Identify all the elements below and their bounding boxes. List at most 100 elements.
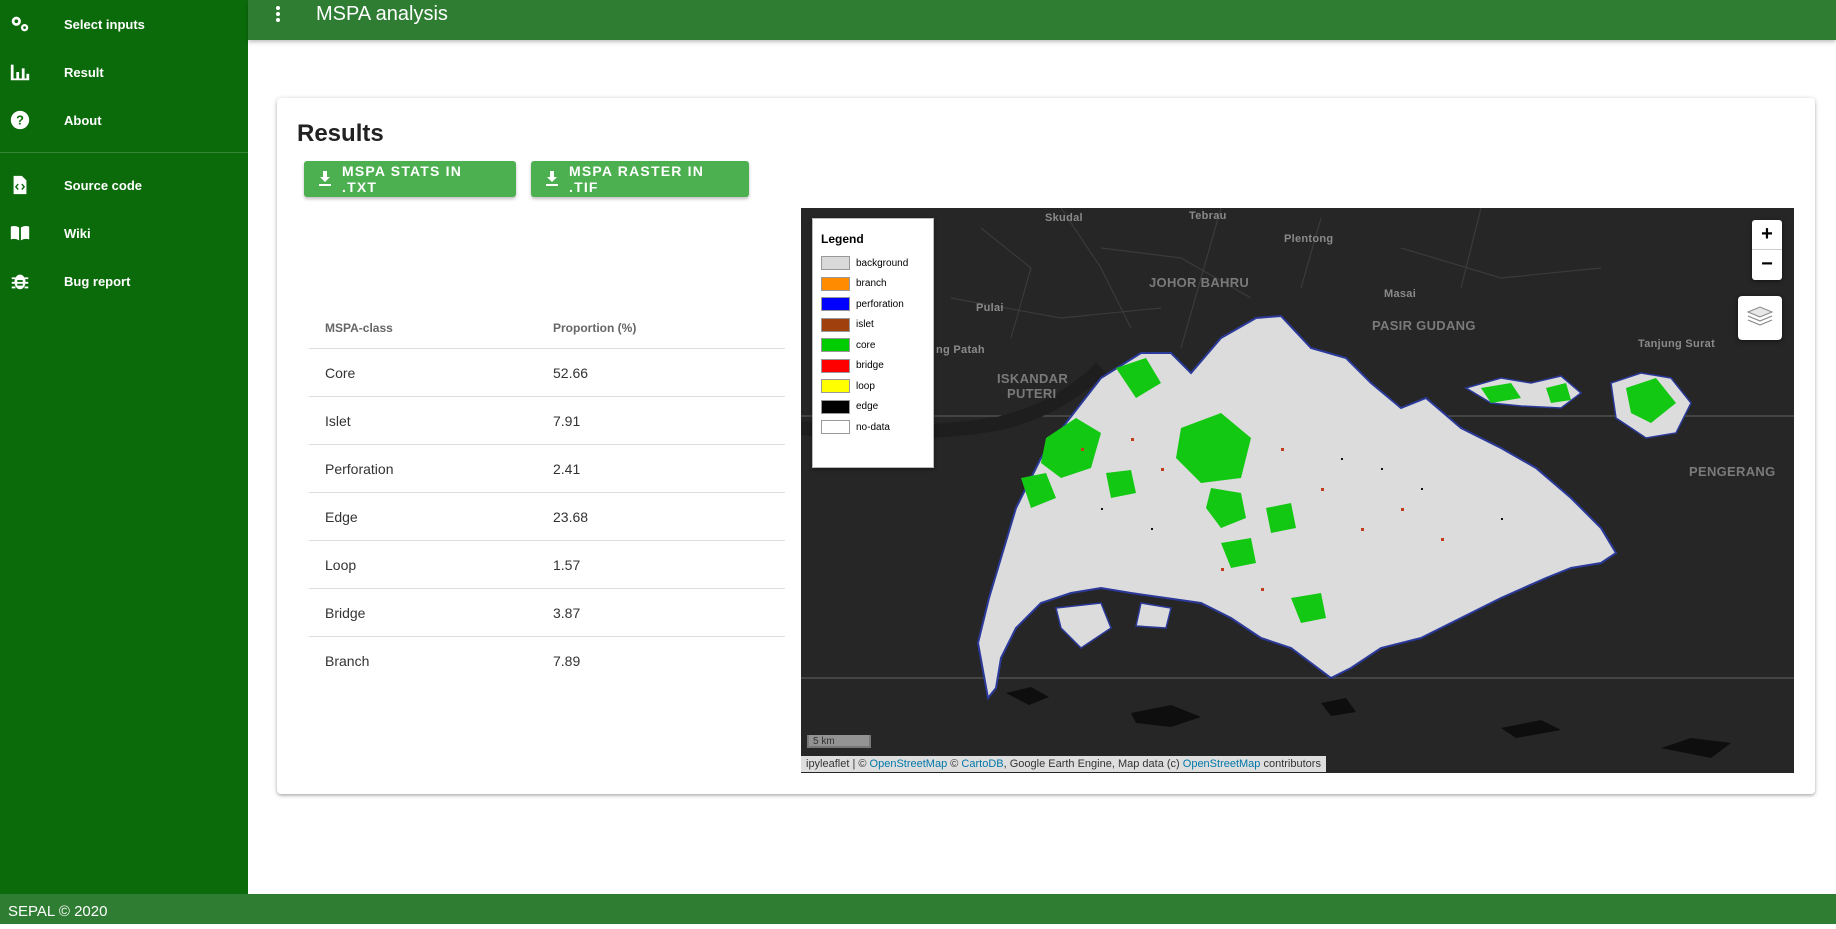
legend-label: bridge (856, 360, 884, 372)
legend-item: branch (821, 274, 933, 295)
mspa-map[interactable]: Skudal Tebrau Plentong JOHOR BAHRU Masai… (801, 208, 1794, 773)
openstreetmap-link[interactable]: OpenStreetMap (1183, 758, 1261, 770)
legend-item: background (821, 253, 933, 274)
legend-item: perforation (821, 294, 933, 315)
legend-swatch (821, 338, 850, 353)
cell-proportion: 23.68 (553, 508, 589, 525)
download-icon (543, 170, 561, 188)
column-header-class: MSPA-class (325, 321, 393, 335)
download-raster-button[interactable]: MSPA RASTER IN .TIF (531, 161, 749, 197)
app-bar: MSPA analysis (248, 0, 1836, 40)
results-card: Results MSPA STATS IN .TXT MSPA RASTER I… (277, 98, 1815, 794)
attribution-text: ipyleaflet | © (806, 758, 870, 770)
cell-proportion: 7.89 (553, 652, 581, 669)
svg-text:?: ? (16, 113, 24, 128)
legend-label: background (856, 257, 909, 269)
legend-item: no-data (821, 417, 933, 438)
cell-class: Perforation (325, 460, 394, 477)
column-header-proportion: Proportion (%) (553, 321, 637, 335)
nav-label: About (64, 112, 102, 128)
dots-vertical-icon[interactable] (266, 2, 290, 26)
attribution-text: contributors (1260, 758, 1321, 770)
legend-label: loop (856, 380, 875, 392)
legend-swatch (821, 297, 850, 312)
attribution-text: © (947, 758, 962, 770)
gears-icon (8, 12, 32, 36)
nav-label: Source code (64, 177, 143, 193)
place-label: Masai (1384, 288, 1417, 300)
help-circle-icon: ? (8, 108, 32, 132)
cell-class: Islet (325, 412, 351, 429)
legend-label: edge (856, 401, 879, 413)
legend-label: core (856, 339, 876, 351)
nav-item-source-code[interactable]: Source code (0, 161, 248, 209)
table-row: Islet 7.91 (309, 397, 785, 445)
table-row: Branch 7.89 (309, 637, 785, 684)
legend-item: islet (821, 315, 933, 336)
table-row: Loop 1.57 (309, 541, 785, 589)
cell-class: Loop (325, 556, 357, 573)
place-label: PASIR GUDANG (1372, 318, 1476, 333)
layers-icon (1746, 303, 1774, 334)
place-label: Pulai (976, 302, 1004, 314)
book-open-icon (8, 221, 32, 245)
table-row: Perforation 2.41 (309, 445, 785, 493)
openstreetmap-link[interactable]: OpenStreetMap (870, 758, 948, 770)
cell-proportion: 1.57 (553, 556, 581, 573)
cell-class: Bridge (325, 604, 366, 621)
zoom-control: + − (1752, 220, 1782, 280)
cell-proportion: 3.87 (553, 604, 581, 621)
place-label: ng Patah (936, 344, 985, 356)
file-code-icon (8, 173, 32, 197)
legend-label: no-data (856, 421, 890, 433)
legend-title: Legend (821, 232, 864, 246)
download-stats-button[interactable]: MSPA STATS IN .TXT (304, 161, 516, 197)
zoom-out-button[interactable]: − (1752, 250, 1782, 279)
legend-item: loop (821, 376, 933, 397)
nav-item-about[interactable]: ? About (0, 96, 248, 144)
attribution-text: , Google Earth Engine, Map data (c) (1003, 758, 1183, 770)
cartodb-link[interactable]: CartoDB (961, 758, 1003, 770)
button-label: MSPA RASTER IN .TIF (569, 163, 705, 195)
place-label: Tanjung Surat (1638, 338, 1716, 350)
legend-item: edge (821, 397, 933, 418)
table-row: Bridge 3.87 (309, 589, 785, 637)
map-tiles (801, 208, 1794, 758)
nav-label: Select inputs (64, 16, 145, 32)
table-row: Edge 23.68 (309, 493, 785, 541)
nav-item-select-inputs[interactable]: Select inputs (0, 0, 248, 48)
cell-proportion: 7.91 (553, 412, 581, 429)
place-label: Tebrau (1189, 210, 1227, 222)
legend-label: branch (856, 278, 887, 290)
results-title: Results (297, 120, 384, 147)
legend-item: core (821, 335, 933, 356)
cell-proportion: 2.41 (553, 460, 581, 477)
place-label: PUTERI (1007, 386, 1057, 401)
legend-swatch (821, 256, 850, 271)
legend-swatch (821, 317, 850, 332)
footer: SEPAL © 2020 (0, 894, 1836, 924)
legend-item: bridge (821, 356, 933, 377)
button-label: MSPA STATS IN .TXT (342, 163, 463, 195)
legend-label: islet (856, 319, 874, 331)
nav-item-result[interactable]: Result (0, 48, 248, 96)
place-label: Plentong (1284, 233, 1334, 245)
place-label: Skudal (1045, 212, 1083, 224)
zoom-in-button[interactable]: + (1752, 220, 1782, 250)
nav-divider (0, 152, 248, 153)
nav-label: Wiki (64, 225, 91, 241)
layers-button[interactable] (1738, 296, 1782, 340)
cell-proportion: 52.66 (553, 364, 589, 381)
mspa-stats-table: MSPA-class Proportion (%) Core 52.66 Isle… (309, 308, 785, 684)
map-legend: Legend background branch perforation isl… (812, 218, 934, 468)
cell-class: Branch (325, 652, 370, 669)
place-label: ISKANDAR (997, 371, 1069, 386)
table-row: Core 52.66 (309, 349, 785, 397)
nav-item-bug-report[interactable]: Bug report (0, 257, 248, 305)
footer-text: SEPAL © 2020 (8, 903, 108, 920)
legend-swatch (821, 276, 850, 291)
navigation-drawer: Select inputs Result ? About Source code… (0, 0, 248, 894)
scale-bar: 5 km (807, 735, 871, 748)
nav-item-wiki[interactable]: Wiki (0, 209, 248, 257)
legend-label: perforation (856, 298, 904, 310)
